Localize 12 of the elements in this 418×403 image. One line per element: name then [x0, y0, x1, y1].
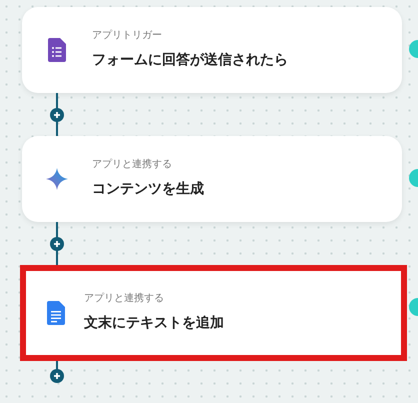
sparkle-icon: [46, 168, 68, 190]
add-step-icon[interactable]: [50, 237, 64, 251]
add-step-icon[interactable]: [50, 369, 64, 383]
step-type-label: アプリトリガー: [92, 28, 163, 42]
step-type-label: アプリと連携する: [84, 292, 165, 306]
step-type-label: アプリと連携する: [92, 158, 173, 172]
form-icon: [48, 38, 66, 62]
document-icon: [47, 301, 65, 325]
step-title: フォームに回答が送信されたら: [92, 50, 288, 70]
step-title: 文末にテキストを追加: [84, 314, 224, 332]
add-step-icon[interactable]: [50, 108, 64, 122]
step-title: コンテンツを生成: [92, 180, 204, 198]
